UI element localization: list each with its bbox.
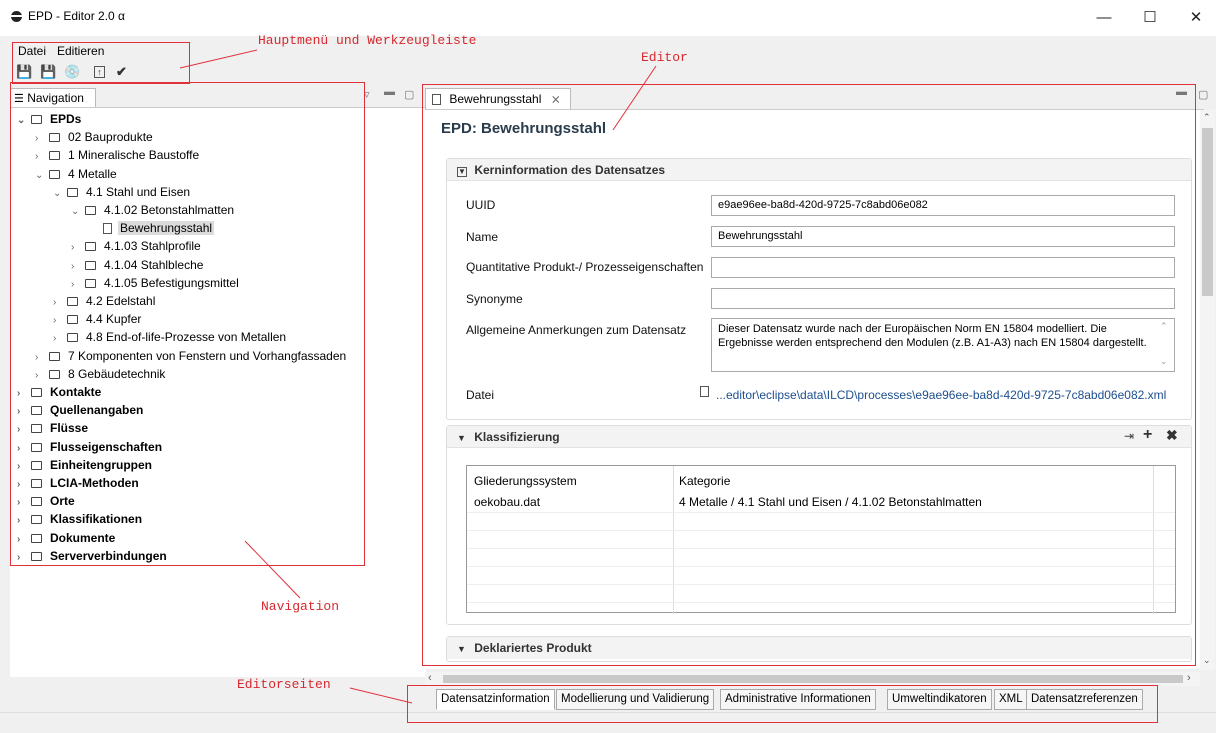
annotation-lines (179, 49, 657, 704)
